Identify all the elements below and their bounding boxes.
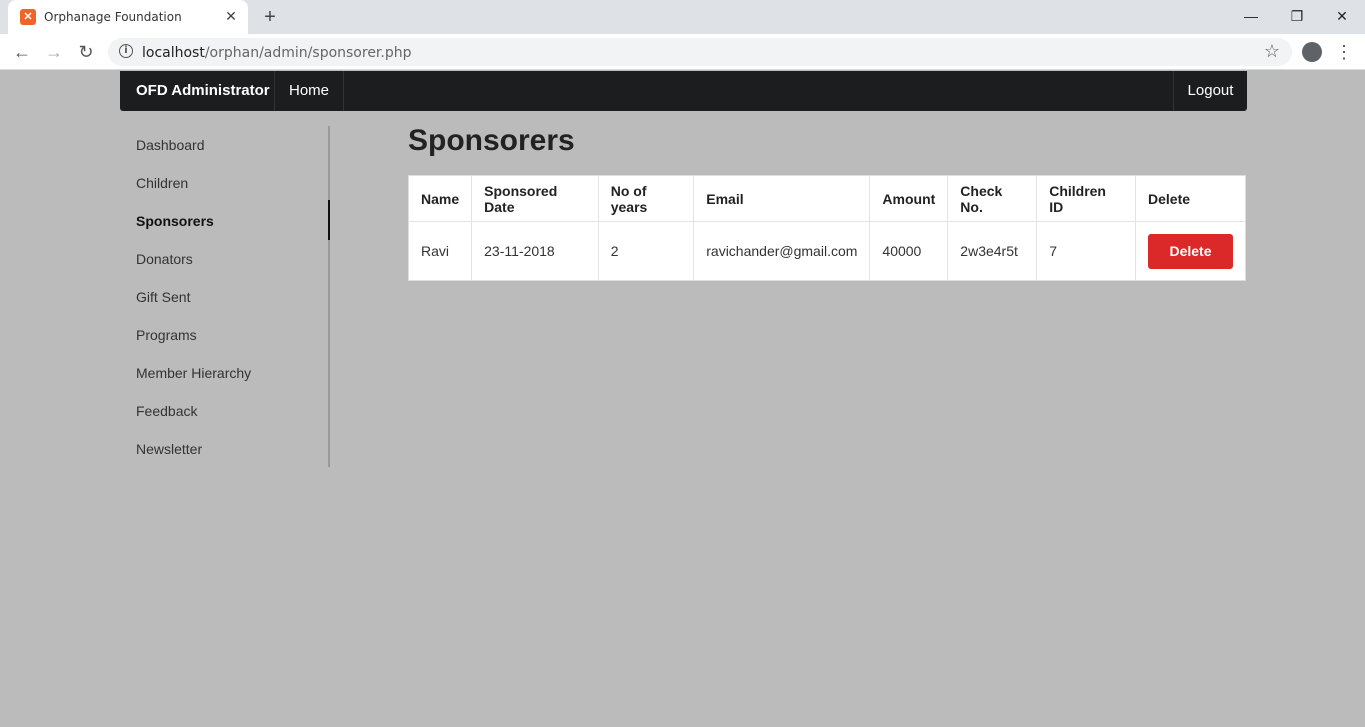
column-header-delete: Delete — [1135, 175, 1246, 222]
minimize-icon[interactable]: — — [1228, 0, 1274, 32]
column-header-years: No of years — [598, 175, 695, 222]
url-text[interactable]: localhost/orphan/admin/sponsorer.php — [142, 45, 412, 61]
back-icon[interactable]: ← — [10, 40, 34, 64]
sponsorers-table: Name Sponsored Date No of years Email Am… — [408, 175, 1246, 281]
column-header-children-id: Children ID — [1036, 175, 1136, 222]
url-path: /orphan/admin/sponsorer.php — [204, 45, 412, 61]
sidebar-item-children[interactable]: Children — [120, 164, 330, 202]
sidebar-item-dashboard[interactable]: Dashboard — [120, 126, 330, 164]
logout-link[interactable]: Logout — [1173, 71, 1247, 111]
cell-name: Ravi — [408, 221, 473, 281]
column-header-name: Name — [408, 175, 473, 222]
profile-icon[interactable] — [1302, 42, 1322, 62]
cell-sponsored-date: 23-11-2018 — [471, 221, 599, 281]
brand[interactable]: OFD Administrator — [120, 71, 275, 111]
sidebar-item-donators[interactable]: Donators — [120, 240, 330, 278]
table-header-row: Name Sponsored Date No of years Email Am… — [408, 175, 1246, 222]
window-close-icon[interactable]: ✕ — [1319, 0, 1365, 32]
address-bar[interactable]: i localhost/orphan/admin/sponsorer.php ☆ — [108, 38, 1292, 66]
restore-icon[interactable]: ❐ — [1274, 0, 1320, 32]
bookmark-star-icon[interactable]: ☆ — [1264, 41, 1280, 62]
browser-toolbar: ← → ↻ i localhost/orphan/admin/sponsorer… — [0, 34, 1365, 70]
sidebar-active-indicator — [328, 200, 330, 240]
sidebar-item-newsletter[interactable]: Newsletter — [120, 430, 330, 468]
reload-icon[interactable]: ↻ — [74, 40, 98, 64]
browser-tab[interactable]: ✕ Orphanage Foundation ✕ — [8, 0, 248, 34]
column-header-check-no: Check No. — [947, 175, 1038, 222]
cell-children-id: 7 — [1036, 221, 1136, 281]
column-header-sponsored-date: Sponsored Date — [471, 175, 599, 222]
sidebar-item-member-hierarchy[interactable]: Member Hierarchy — [120, 354, 330, 392]
delete-button[interactable]: Delete — [1148, 233, 1233, 269]
admin-navbar: OFD Administrator Home Logout — [120, 71, 1247, 111]
cell-check-no: 2w3e4r5t — [947, 221, 1038, 281]
cell-years: 2 — [598, 221, 695, 281]
cell-delete: Delete — [1136, 222, 1246, 281]
browser-menu-icon[interactable]: ⋮ — [1334, 40, 1354, 64]
column-header-email: Email — [693, 175, 871, 222]
sidebar-item-gift-sent[interactable]: Gift Sent — [120, 278, 330, 316]
forward-icon[interactable]: → — [42, 40, 66, 64]
sidebar-item-feedback[interactable]: Feedback — [120, 392, 330, 430]
nav-home-link[interactable]: Home — [275, 71, 344, 111]
browser-tab-bar: ✕ Orphanage Foundation ✕ + — ❐ ✕ — [0, 0, 1365, 34]
sidebar-item-programs[interactable]: Programs — [120, 316, 330, 354]
page-title: Sponsorers — [408, 124, 575, 157]
sidebar: Dashboard Children Sponsorers Donators G… — [120, 126, 330, 467]
tab-close-icon[interactable]: ✕ — [222, 7, 240, 25]
sidebar-item-sponsorers[interactable]: Sponsorers — [120, 202, 330, 240]
table-row: Ravi 23-11-2018 2 ravichander@gmail.com … — [408, 221, 1246, 281]
url-host: localhost — [142, 45, 205, 61]
cell-email: ravichander@gmail.com — [693, 221, 871, 281]
new-tab-icon[interactable]: + — [258, 5, 282, 29]
cell-amount: 40000 — [869, 221, 949, 281]
info-icon[interactable]: i — [119, 44, 133, 58]
xampp-favicon-icon: ✕ — [20, 9, 36, 25]
column-header-amount: Amount — [869, 175, 949, 222]
tab-title: Orphanage Foundation — [44, 10, 182, 24]
